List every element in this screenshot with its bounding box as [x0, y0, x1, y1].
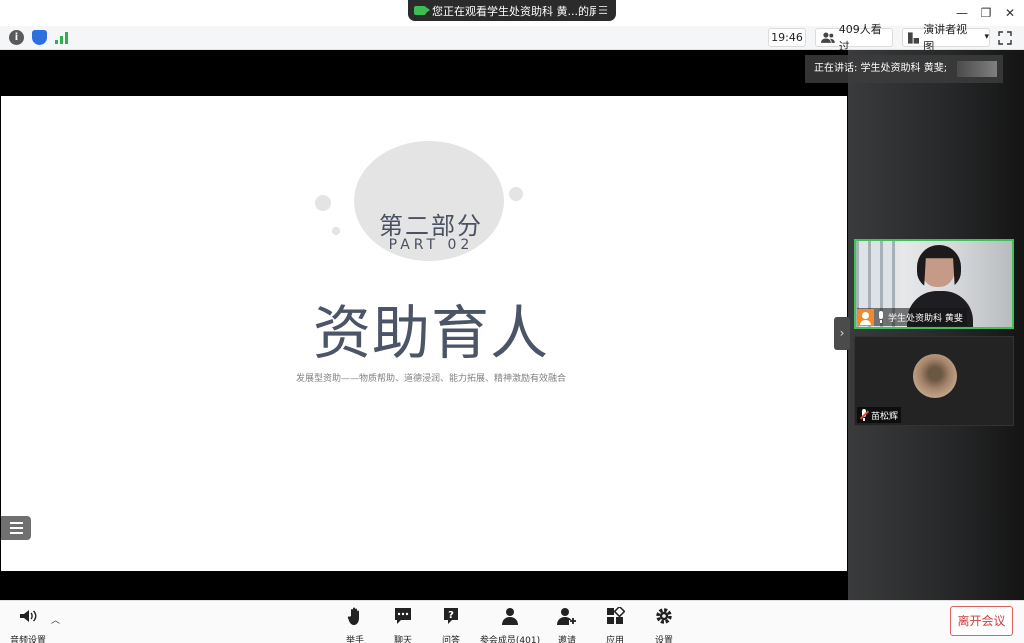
slide-decor-dot: [509, 187, 523, 201]
microphone-muted-icon: [859, 409, 870, 421]
audio-settings-button[interactable]: 音频设置: [0, 607, 58, 643]
meeting-toolbar: i 19:46 409人看过 演讲者视图 ▾: [0, 23, 1024, 53]
slide-list-button[interactable]: [1, 516, 31, 540]
presentation-slide: 第二部分 PART 02 资助育人 发展型资助——物质帮助、道德浸润、能力拓展、…: [1, 96, 847, 571]
gear-icon: [656, 608, 672, 624]
speaking-indicator: 正在讲话: 学生处资助科 黄斐;: [805, 55, 1003, 83]
leave-meeting-button[interactable]: 离开会议: [950, 606, 1013, 636]
meeting-controls-bar: 音频设置 ︿ 举手 聊天 ? 问答 参会成员(401) 邀请 应用 设置: [0, 600, 1024, 643]
minimize-button[interactable]: —: [953, 4, 971, 22]
collapse-panel-button[interactable]: ›: [834, 317, 850, 350]
restore-button[interactable]: ❐: [977, 4, 995, 22]
menu-icon[interactable]: ☰: [596, 4, 610, 18]
apps-grid-icon: [607, 605, 626, 624]
avatar: [913, 354, 957, 398]
microphone-icon: [877, 311, 885, 323]
network-signal-icon[interactable]: [55, 32, 69, 44]
slide-decor-dot: [315, 195, 331, 211]
people-icon: [821, 31, 835, 43]
qa-label: 问答: [441, 636, 460, 643]
participant-name: 学生处资助科 黄斐: [888, 313, 963, 324]
participant-tile-speaker[interactable]: 学生处资助科 黄斐: [854, 239, 1014, 329]
participant-name-tag: 学生处资助科 黄斐: [857, 308, 967, 326]
view-mode-dropdown[interactable]: 演讲者视图 ▾: [902, 23, 990, 53]
shared-screen-area: 第二部分 PART 02 资助育人 发展型资助——物质帮助、道德浸润、能力拓展、…: [0, 50, 848, 600]
slide-title: 资助育人: [312, 299, 549, 367]
close-button[interactable]: ✕: [1001, 4, 1019, 22]
user-avatar-icon: [857, 308, 874, 326]
participant-name-tag: 苗松辉: [857, 407, 902, 423]
svg-text:?: ?: [448, 610, 454, 621]
participants-button[interactable]: 参会成员(401): [474, 607, 546, 643]
settings-label: 设置: [654, 636, 673, 643]
info-icon[interactable]: i: [9, 30, 24, 45]
participant-tile[interactable]: 苗松辉: [854, 336, 1014, 426]
meeting-clock: 19:46: [768, 28, 806, 47]
chevron-up-icon[interactable]: ︿: [51, 613, 60, 626]
participant-name: 苗松辉: [871, 411, 899, 422]
slide-part-label: PART 02: [388, 237, 474, 253]
layout-icon: [908, 31, 920, 44]
person-icon: [502, 608, 518, 625]
screen-share-indicator[interactable]: 您正在观看学生处资助科 黄...的屏幕 ☰: [408, 0, 616, 21]
slide-section-heading: 第二部分: [379, 212, 483, 240]
share-status-text: 您正在观看学生处资助科 黄...的屏幕: [432, 4, 596, 18]
hand-icon: [347, 607, 359, 625]
slide-subtitle: 发展型资助——物质帮助、道德浸润、能力拓展、精神激励有效融合: [295, 374, 566, 384]
question-icon: ?: [444, 608, 458, 624]
chevron-down-icon: ▾: [984, 32, 989, 42]
viewers-button[interactable]: 409人看过: [815, 23, 893, 53]
shield-icon[interactable]: [32, 30, 47, 45]
fullscreen-icon[interactable]: [998, 31, 1012, 45]
participants-label: 参会成员(401): [479, 636, 541, 643]
add-person-icon: [557, 608, 576, 625]
audio-settings-label: 音频设置: [9, 636, 46, 643]
settings-button[interactable]: 设置: [634, 607, 694, 643]
speaker-icon: [20, 610, 37, 622]
speaking-text: 正在讲话: 学生处资助科 黄斐;: [814, 63, 948, 74]
speaking-wave-icon: [957, 61, 997, 77]
qa-button[interactable]: ? 问答: [421, 607, 481, 643]
video-camera-icon: [414, 6, 430, 15]
slide-decor-dot: [332, 227, 340, 235]
chat-icon: [395, 608, 411, 624]
